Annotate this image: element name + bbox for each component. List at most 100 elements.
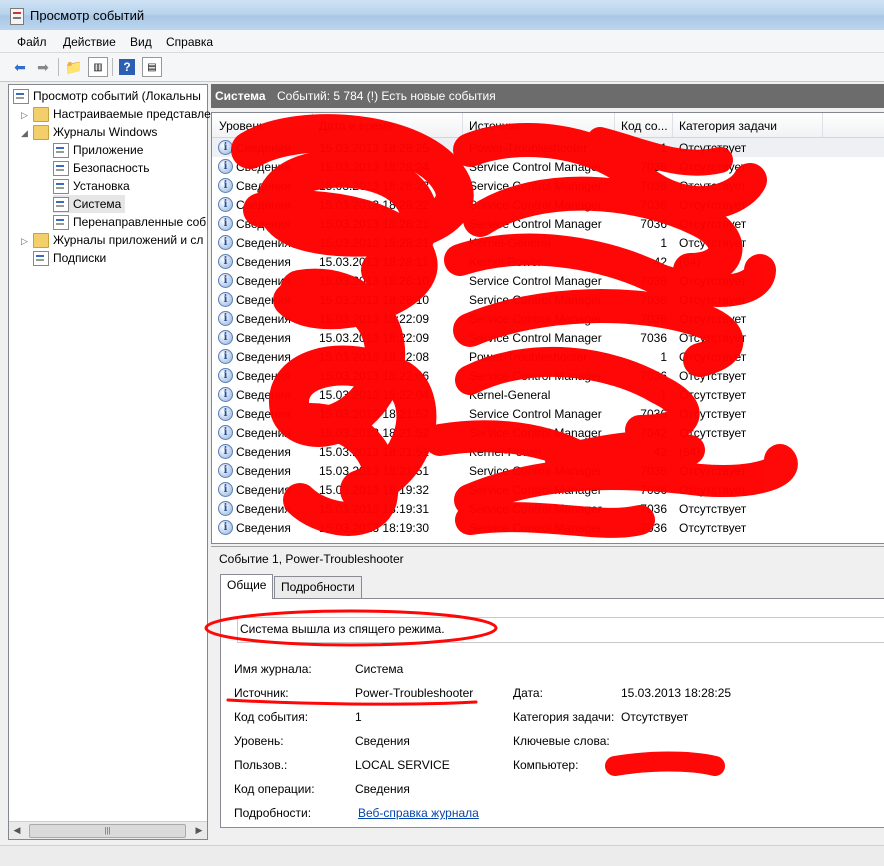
cell-level: Сведения	[236, 369, 291, 383]
table-row[interactable]: i Сведения 15.03.2013 18:21:51 Kernel-Power…	[212, 442, 884, 461]
info-icon: i	[218, 159, 233, 174]
folder-icon	[33, 233, 49, 249]
column-task-category[interactable]: Категория задачи	[679, 119, 777, 133]
tree-item-setup[interactable]: Установка	[53, 177, 130, 195]
table-row[interactable]: i Сведения 15.03.2013 18:21:51 Service Cont…	[212, 461, 884, 480]
cell-source: Power-Troubleshooter	[469, 350, 588, 364]
cell-level: Сведения	[236, 464, 291, 478]
scroll-right-icon[interactable]: ▶	[191, 822, 207, 839]
cell-code: 7036	[640, 407, 667, 421]
tab-general[interactable]: Общие	[220, 574, 274, 599]
table-row[interactable]: i Сведения 15.03.2013 18:22:09 Service Cont…	[212, 328, 884, 347]
table-row[interactable]: i Сведения 15.03.2013 18:28:24 Service Cont…	[212, 157, 884, 176]
cell-category: Отсутствует	[679, 350, 747, 364]
cell-category: Отсутствует	[679, 369, 747, 383]
event-message-box[interactable]: Система вышла из спящего режима.	[237, 617, 884, 643]
tree-item-label: Настраиваемые представле	[53, 107, 211, 121]
event-id-label: Код события:	[234, 710, 309, 724]
table-row[interactable]: i Сведения 15.03.2013 18:22:06 Service Cont…	[212, 366, 884, 385]
tree-item-security[interactable]: Безопасность	[53, 159, 150, 177]
more-info-link[interactable]: Веб-справка журнала	[358, 806, 479, 820]
scroll-left-icon[interactable]: ◀	[9, 822, 25, 839]
tree-item-system[interactable]: Система	[53, 195, 126, 213]
tree-item-app-service-logs[interactable]: Журналы приложений и сл	[33, 231, 203, 249]
expand-arrow-icon[interactable]: ▷	[21, 236, 28, 247]
forward-arrow-icon[interactable]: ➡	[33, 57, 53, 77]
up-folder-icon[interactable]: 📁	[64, 57, 84, 77]
back-arrow-icon[interactable]: ⬅	[10, 57, 30, 77]
column-event-id[interactable]: Код со...	[621, 119, 668, 133]
tree-item-windows-logs[interactable]: Журналы Windows	[33, 123, 157, 141]
info-icon: i	[218, 216, 233, 231]
tree-item-application[interactable]: Приложение	[53, 141, 143, 159]
toolbar: ⬅ ➡ 📁 ▥ ? ▤	[0, 53, 884, 82]
table-row[interactable]: i Сведения 15.03.2013 18:22:04 Kernel-Gener…	[212, 385, 884, 404]
column-source[interactable]: Источник	[469, 119, 520, 133]
cell-category: (64)	[679, 255, 701, 269]
cell-source: Service Control Manager	[469, 160, 602, 174]
horizontal-scrollbar[interactable]: ◀ ||| ▶	[9, 821, 207, 839]
scroll-thumb[interactable]: |||	[29, 824, 186, 838]
column-date[interactable]: Дата и время	[319, 119, 393, 133]
menu-file[interactable]: Файл	[17, 35, 47, 49]
menu-help[interactable]: Справка	[166, 35, 213, 49]
table-row[interactable]: i Сведения 15.03.2013 18:28:25 Power-Troubl…	[212, 138, 884, 157]
event-viewer-icon	[10, 8, 24, 25]
cell-category: Отсутствует	[679, 388, 747, 402]
cell-level: Сведения	[236, 407, 291, 421]
tree-root-label: Просмотр событий (Локальны	[33, 89, 201, 103]
cell-source: Service Control Manager	[469, 198, 602, 212]
table-row[interactable]: i Сведения 15.03.2013 18:28:10 Service Cont…	[212, 271, 884, 290]
table-row[interactable]: i Сведения 15.03.2013 18:22:09 Service Cont…	[212, 309, 884, 328]
source-value: Power-Troubleshooter	[355, 686, 474, 700]
tab-details[interactable]: Подробности	[274, 576, 362, 598]
info-icon: i	[218, 235, 233, 250]
table-row[interactable]: i Сведения 15.03.2013 18:19:32 Service Cont…	[212, 480, 884, 499]
table-row[interactable]: i Сведения 15.03.2013 18:28:22 Service Cont…	[212, 195, 884, 214]
info-icon: i	[218, 311, 233, 326]
table-row[interactable]: i Сведения 15.03.2013 18:28:21 Service Cont…	[212, 214, 884, 233]
table-header: Уровень Дата и время Источник Код со... …	[212, 113, 884, 138]
cell-level: Сведения	[236, 445, 291, 459]
tree-item-label: Система	[73, 197, 122, 211]
table-row[interactable]: i Сведения 15.03.2013 18:19:31 Service Cont…	[212, 499, 884, 518]
cell-source: Power-Troubleshooter	[469, 141, 588, 155]
help-icon[interactable]: ?	[119, 59, 135, 75]
cell-date: 15.03.2013 18:21:51	[319, 445, 430, 459]
cell-level: Сведения	[236, 521, 291, 535]
table-row[interactable]: i Сведения 15.03.2013 18:28:21 Kernel-Gener…	[212, 233, 884, 252]
table-row[interactable]: i Сведения 15.03.2013 18:19:30 Service Cont…	[212, 518, 884, 537]
computer-label: Компьютер:	[513, 758, 579, 772]
tree-item-forwarded[interactable]: Перенаправленные соб	[53, 213, 206, 231]
tree-root[interactable]: Просмотр событий (Локальны	[13, 87, 201, 105]
table-row[interactable]: i Сведения 15.03.2013 18:28:10 Service Cont…	[212, 290, 884, 309]
table-row[interactable]: i Сведения 15.03.2013 18:22:08 Power-Troubl…	[212, 347, 884, 366]
tree-item-custom-views[interactable]: Настраиваемые представле	[33, 105, 211, 123]
event-detail-title: Событие 1, Power-Troubleshooter	[219, 552, 404, 566]
cell-source: Service Control Manager	[469, 217, 602, 231]
table-row[interactable]: i Сведения 15.03.2013 18:28:23 Service Cont…	[212, 176, 884, 195]
show-pane-icon[interactable]: ▥	[88, 57, 108, 77]
tree-item-subscriptions[interactable]: Подписки	[33, 249, 106, 267]
column-level[interactable]: Уровень	[219, 119, 265, 133]
tree-item-label: Безопасность	[73, 161, 150, 175]
menu-view[interactable]: Вид	[130, 35, 152, 49]
cell-source: Service Control Manager	[469, 502, 602, 516]
cell-date: 15.03.2013 18:19:32	[319, 483, 430, 497]
folder-icon	[33, 125, 49, 141]
table-row[interactable]: i Сведения 15.03.2013 18:28:11 Kernel-Power…	[212, 252, 884, 271]
collapse-arrow-icon[interactable]: ◢	[21, 128, 28, 139]
cell-category: Отсутствует	[679, 464, 747, 478]
table-row[interactable]: i Сведения 15.03.2013 18:21:52 Service Cont…	[212, 404, 884, 423]
expand-arrow-icon[interactable]: ▷	[21, 110, 28, 121]
title-bar[interactable]: Просмотр событий	[0, 0, 884, 30]
table-row[interactable]: i Сведения 15.03.2013 18:21:52 Service Cont…	[212, 423, 884, 442]
properties-icon[interactable]: ▤	[142, 57, 162, 77]
cell-code: 7036	[640, 312, 667, 326]
event-id-value: 1	[355, 710, 362, 724]
log-header: Система Событий: 5 784 (!) Есть новые со…	[211, 84, 884, 108]
tree-item-label: Журналы приложений и сл	[53, 233, 204, 247]
menu-action[interactable]: Действие	[63, 35, 116, 49]
cell-code: 7036	[640, 160, 667, 174]
cell-source: Service Control Manager	[469, 312, 602, 326]
